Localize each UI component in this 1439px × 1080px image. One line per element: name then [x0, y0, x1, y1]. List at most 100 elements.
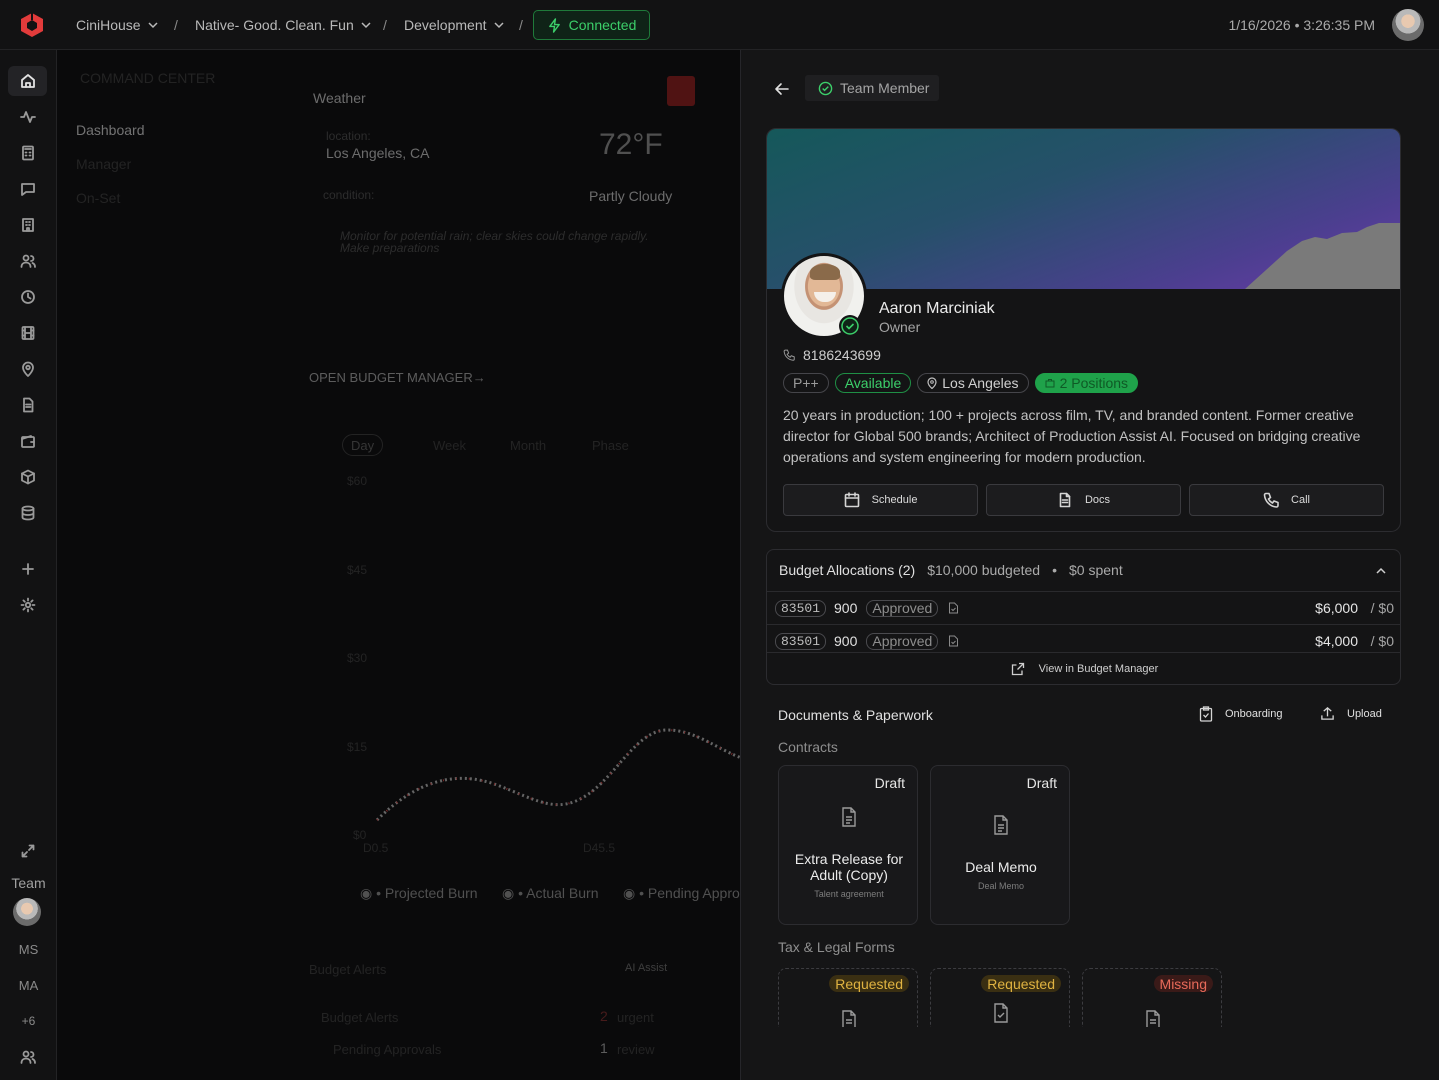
sidebar-item-package[interactable] — [8, 462, 47, 492]
burn-chart-curve — [375, 728, 740, 822]
briefcase-icon — [1045, 379, 1055, 388]
open-budget-manager-link[interactable]: OPEN BUDGET MANAGER→ — [309, 370, 486, 385]
breadcrumb-separator: / — [519, 17, 523, 33]
sidebar-item-calculator[interactable] — [8, 138, 47, 168]
film-icon — [21, 326, 34, 340]
sidebar-item-documents[interactable] — [8, 390, 47, 420]
sidebar-item-wallet[interactable] — [8, 426, 47, 456]
chevron-up-icon[interactable] — [1374, 564, 1388, 578]
sidebar-add-button[interactable] — [8, 554, 47, 584]
clock-icon — [20, 290, 35, 304]
docs-button[interactable]: Docs — [986, 484, 1181, 516]
sidebar-item-messages[interactable] — [8, 174, 47, 204]
temperature-value: 72°F — [599, 128, 663, 161]
approval-status-badge: Approved — [866, 599, 939, 617]
document-icon — [22, 397, 33, 413]
connection-status-button[interactable]: Connected — [533, 10, 650, 40]
person-name: Aaron Marciniak — [879, 300, 995, 317]
x-tick: D0.5 — [363, 841, 389, 855]
sidebar-settings-button[interactable] — [8, 590, 47, 620]
sidebar-item-users[interactable] — [8, 246, 47, 276]
user-avatar[interactable] — [1392, 9, 1424, 41]
tax-forms-label: Tax & Legal Forms — [778, 939, 895, 955]
check-circle-icon — [818, 81, 833, 95]
budget-code: 83501 — [775, 632, 827, 650]
budget-budgeted: $10,000 budgeted — [927, 562, 1041, 578]
schedule-button[interactable]: Schedule — [783, 484, 978, 516]
budget-allocations-section: Budget Allocations (2) $10,000 budgeted … — [766, 549, 1401, 685]
sidebar-item-database[interactable] — [8, 498, 47, 528]
workspace-switcher[interactable]: CiniHouse — [76, 17, 159, 33]
nav-on-set[interactable]: On-Set — [76, 190, 120, 206]
team-manage-button[interactable] — [8, 1042, 47, 1072]
phone-number-value: 8186243699 — [803, 347, 881, 363]
positions-tag[interactable]: 2 Positions — [1034, 373, 1139, 393]
legend-projected[interactable]: ◉ • Projected Burn — [360, 885, 478, 902]
y-tick: $60 — [347, 474, 368, 488]
search-button[interactable] — [667, 76, 695, 106]
chevron-down-icon — [493, 22, 504, 29]
call-button-label: Call — [1291, 494, 1310, 506]
sidebar-item-location[interactable] — [8, 354, 47, 384]
contract-card[interactable]: Draft Deal Memo Deal Memo — [930, 765, 1070, 925]
document-icon — [1059, 492, 1071, 508]
sidebar-item-film[interactable] — [8, 318, 47, 348]
message-icon — [20, 183, 35, 196]
breadcrumb-separator: / — [383, 17, 387, 33]
expand-button[interactable] — [8, 836, 47, 866]
legend-actual[interactable]: ◉ • Actual Burn — [502, 885, 599, 902]
profile-card: Aaron Marciniak Owner 8186243699 P++ Ava… — [766, 128, 1401, 532]
team-member-initials[interactable]: MA — [0, 978, 57, 993]
app-logo-icon[interactable] — [19, 12, 45, 38]
alert-count: 2 — [600, 1008, 608, 1024]
onboarding-button[interactable]: Onboarding — [1199, 706, 1283, 722]
budget-title: Budget Allocations (2) — [779, 562, 916, 578]
calendar-icon — [844, 492, 859, 508]
budget-row-spent: / $0 — [1370, 633, 1394, 649]
project-label: Native- Good. Clean. Fun — [195, 17, 354, 33]
phone-icon — [1263, 492, 1279, 508]
upload-button-label: Upload — [1347, 707, 1382, 720]
plus-icon — [21, 563, 34, 575]
team-member-initials[interactable]: MS — [0, 942, 57, 957]
range-day[interactable]: Day — [342, 434, 384, 456]
contract-status: Draft — [1026, 775, 1057, 791]
nav-manager[interactable]: Manager — [76, 156, 131, 172]
location-value: Los Angeles, CA — [326, 145, 430, 161]
top-bar: CiniHouse / Native- Good. Clean. Fun / D… — [0, 0, 1439, 50]
command-center-title: COMMAND CENTER — [80, 70, 216, 86]
sidebar-item-activity[interactable] — [8, 102, 47, 132]
contract-card[interactable]: Draft Extra Release for Adult (Copy) Tal… — [778, 765, 918, 925]
phone-number[interactable]: 8186243699 — [783, 347, 881, 363]
nav-dashboard[interactable]: Dashboard — [76, 122, 145, 138]
phase-switcher[interactable]: Development — [404, 17, 505, 33]
legend-pending-label: Pending Appro — [647, 885, 740, 901]
call-button[interactable]: Call — [1189, 484, 1384, 516]
file-icon[interactable] — [948, 635, 959, 647]
project-switcher[interactable]: Native- Good. Clean. Fun — [195, 17, 372, 33]
budget-header[interactable]: Budget Allocations (2) $10,000 budgeted … — [779, 562, 1123, 578]
team-member-avatar[interactable] — [13, 898, 41, 926]
file-icon[interactable] — [948, 602, 959, 614]
contract-type: Talent agreement — [814, 889, 884, 899]
ai-assist-button[interactable]: AI Assist — [625, 962, 667, 974]
range-phase[interactable]: Phase — [592, 438, 629, 453]
budget-row[interactable]: 83501 900 Approved $6,000 / $0 — [767, 591, 1400, 624]
alert-count: 1 — [600, 1040, 608, 1056]
budget-account: 900 — [834, 600, 858, 616]
sidebar-item-clock[interactable] — [8, 282, 47, 312]
sidebar-item-home[interactable] — [8, 66, 47, 96]
y-tick: $15 — [347, 740, 368, 754]
view-in-budget-manager-label: View in Budget Manager — [1038, 663, 1159, 675]
back-button[interactable] — [771, 78, 793, 100]
range-month[interactable]: Month — [510, 438, 546, 453]
legend-pending[interactable]: ◉ • Pending Appro — [623, 885, 740, 902]
team-more-count[interactable]: +6 — [0, 1014, 57, 1028]
upload-button[interactable]: Upload — [1320, 706, 1382, 721]
sidebar-item-building[interactable] — [8, 210, 47, 240]
banner-decoration — [1245, 223, 1400, 289]
users-icon — [20, 254, 36, 268]
view-in-budget-manager-link[interactable]: View in Budget Manager — [767, 652, 1400, 684]
range-week[interactable]: Week — [433, 438, 466, 453]
weather-title: Weather — [313, 90, 366, 106]
